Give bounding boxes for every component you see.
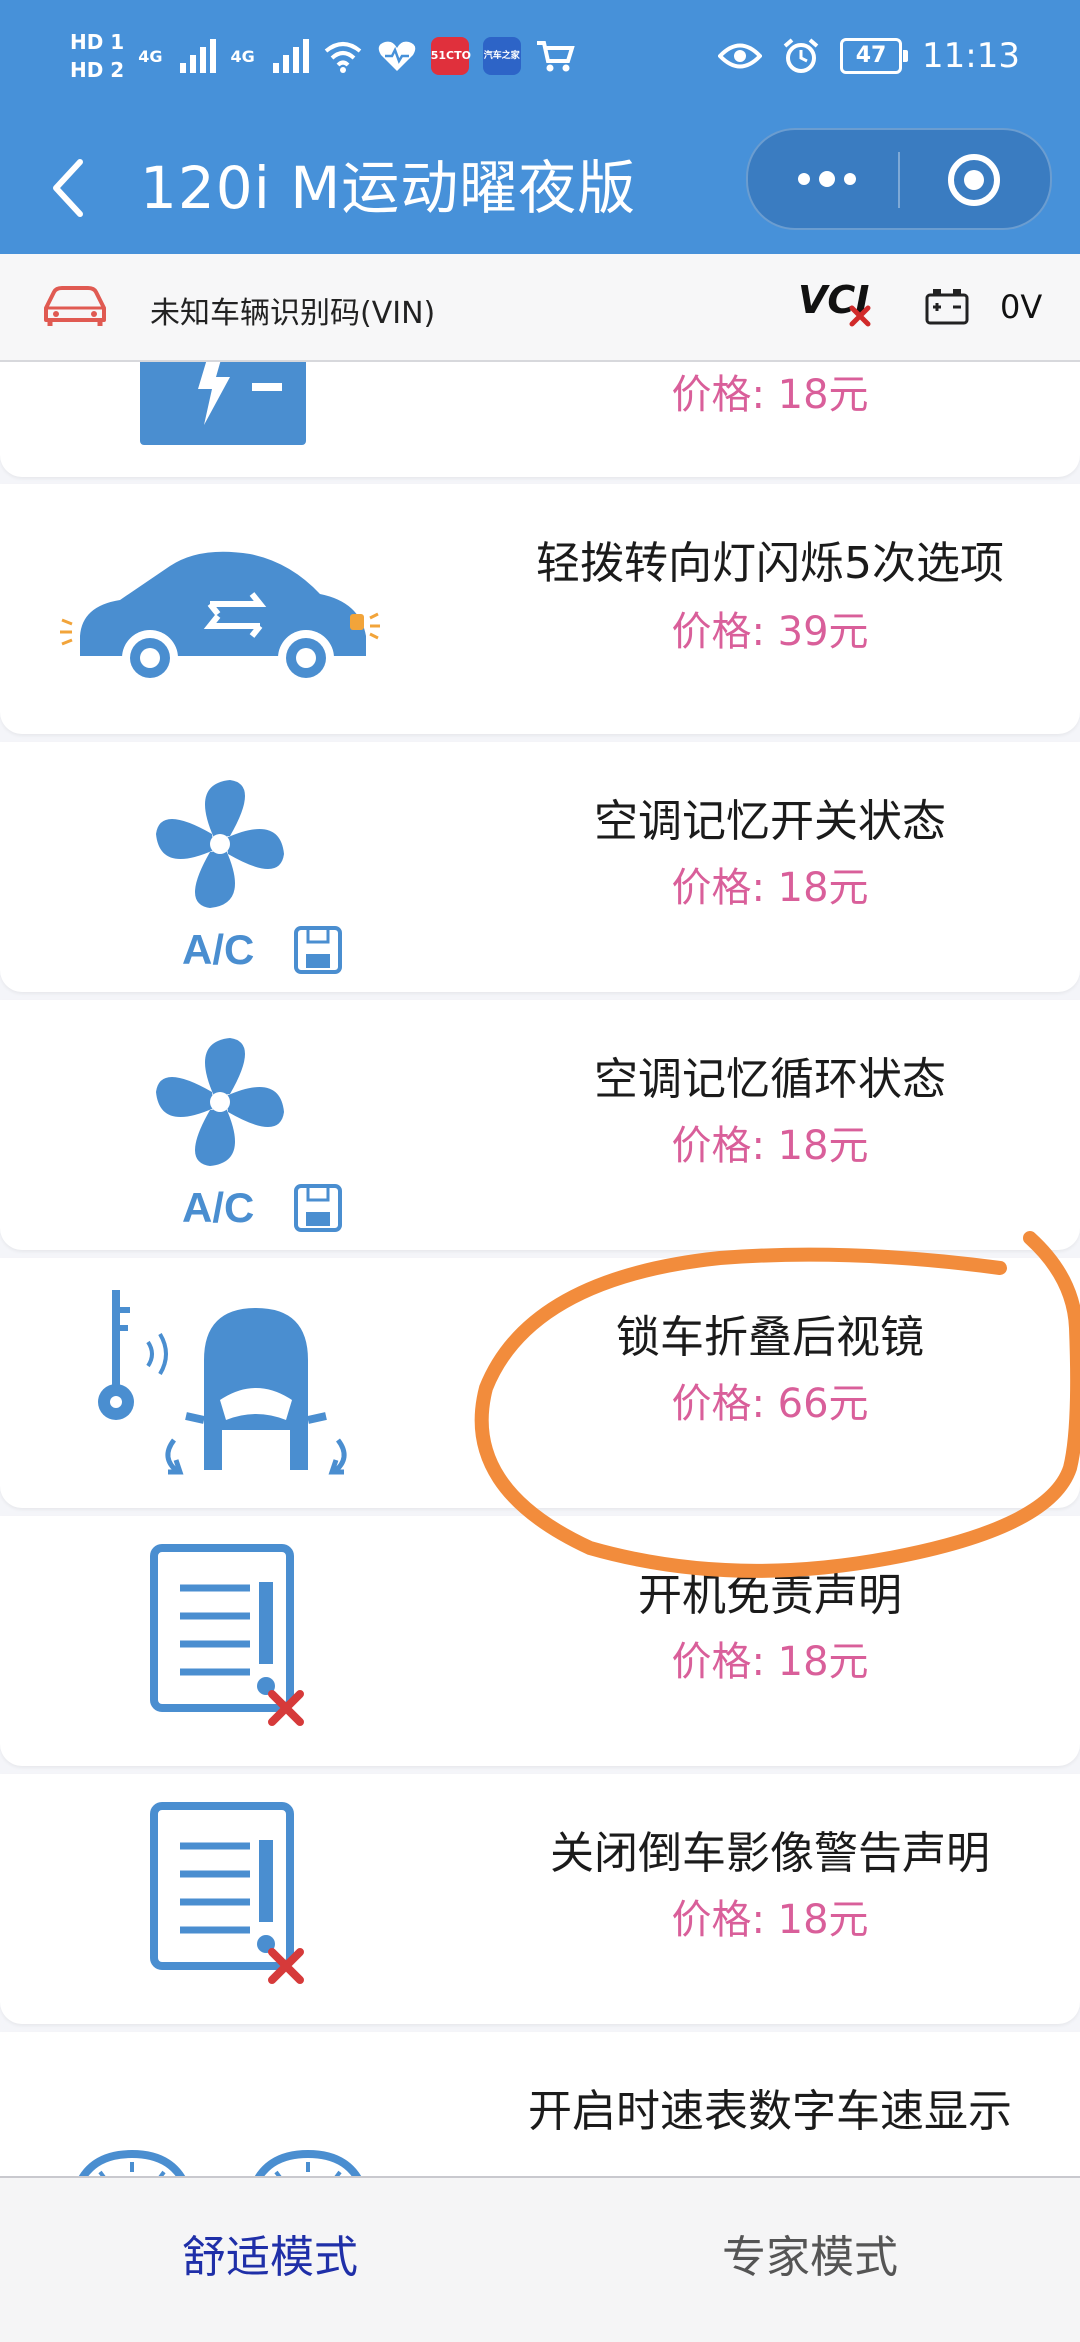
feature-item-digital-speed[interactable]: 开启时速表数字车速显示 [0,2032,1080,2176]
feature-price: 价格: 18元 [671,1897,869,1943]
feature-list: 价格: 18元 轻拨转向灯闪烁5次选项 价格: 39元 A/C 空调记忆开关状态… [0,362,1080,2176]
vci-disconnected-icon [849,305,871,327]
more-options-icon[interactable] [792,164,862,194]
wifi-icon [324,42,362,73]
key-mirror-fold-icon [98,1290,347,1475]
battery-icon [140,362,306,445]
mini-program-capsule [746,128,1052,230]
document-warning-icon [150,1544,304,1726]
ac-fan-icon: A/C [156,1038,342,1232]
ac-fan-icon: A/C [156,780,342,974]
top-bar: HD 1 HD 2 4G 4G 51CTO 汽车之家 47 11:13 120i… [0,0,1080,254]
feature-price: 价格: 66元 [671,1381,869,1427]
signal-bars-2-icon [272,39,309,73]
app-badge-autohome-icon: 汽车之家 [482,37,521,75]
cart-icon [536,41,575,72]
feature-item-ac-switch-memory[interactable]: A/C 空调记忆开关状态 价格: 18元 [0,742,1080,992]
clock: 11:13 [922,36,1020,76]
signal-bars-1-icon [180,39,217,73]
health-heart-icon [378,41,415,71]
feature-price: 价格: 18元 [671,372,869,418]
signal-label-1: 4G [138,46,163,66]
svg-text:A/C: A/C [182,1184,254,1231]
tab-expert-mode[interactable]: 专家模式 [540,2178,1080,2342]
feature-price: 价格: 18元 [671,865,869,911]
back-arrow-icon[interactable] [48,156,88,220]
speedometer-icon [79,2149,361,2176]
feature-price: 价格: 18元 [671,1639,869,1685]
svg-text:A/C: A/C [182,926,254,973]
feature-price: 价格: 18元 [671,1123,869,1169]
feature-name: 开机免责声明 [638,1570,902,1621]
tab-comfort-mode[interactable]: 舒适模式 [0,2178,540,2342]
car-turn-signal-icon [60,551,380,686]
feature-item-startup-disclaimer[interactable]: 开机免责声明 价格: 18元 [0,1516,1080,1766]
status-bar: HD 1 HD 2 4G 4G 51CTO 汽车之家 47 11:13 [0,0,1080,120]
feature-item-battery[interactable]: 价格: 18元 [0,362,1080,477]
app-badge-51cto-icon: 51CTO [430,37,471,75]
car-icon [44,286,106,326]
page-title: 120i M运动曜夜版 [140,154,637,222]
signal-label-2: 4G [230,46,255,66]
voltage-value: 0V [1000,288,1043,326]
feature-item-reverse-camera-warning[interactable]: 关闭倒车影像警告声明 价格: 18元 [0,1774,1080,2024]
feature-name: 空调记忆开关状态 [594,796,946,847]
feature-item-lock-fold-mirrors[interactable]: 锁车折叠后视镜 价格: 66元 [0,1258,1080,1508]
feature-price: 价格: 39元 [671,609,869,655]
capsule-divider [898,152,900,208]
document-warning-icon [150,1802,304,1984]
close-target-icon[interactable] [946,152,1002,208]
feature-name: 轻拨转向灯闪烁5次选项 [536,538,1004,589]
car-battery-icon [925,289,969,325]
title-bar: 120i M运动曜夜版 [0,128,1080,254]
hd-indicator: HD 1 HD 2 [70,30,125,82]
feature-name: 锁车折叠后视镜 [616,1312,924,1363]
feature-name: 关闭倒车影像警告声明 [550,1828,990,1879]
feature-name: 空调记忆循环状态 [594,1054,946,1105]
feature-name: 开启时速表数字车速显示 [528,2086,1012,2137]
feature-item-ac-circulation-memory[interactable]: A/C 空调记忆循环状态 价格: 18元 [0,1000,1080,1250]
bottom-tab-bar: 舒适模式 专家模式 [0,2176,1080,2342]
vehicle-info-bar: 未知车辆识别码(VIN) VCI 0V [0,254,1080,362]
eye-icon [718,43,763,69]
alarm-icon [783,38,819,73]
feature-item-turn-signal[interactable]: 轻拨转向灯闪烁5次选项 价格: 39元 [0,484,1080,734]
vin-label: 未知车辆识别码(VIN) [150,296,436,331]
battery-status-icon: 47 [840,38,909,74]
